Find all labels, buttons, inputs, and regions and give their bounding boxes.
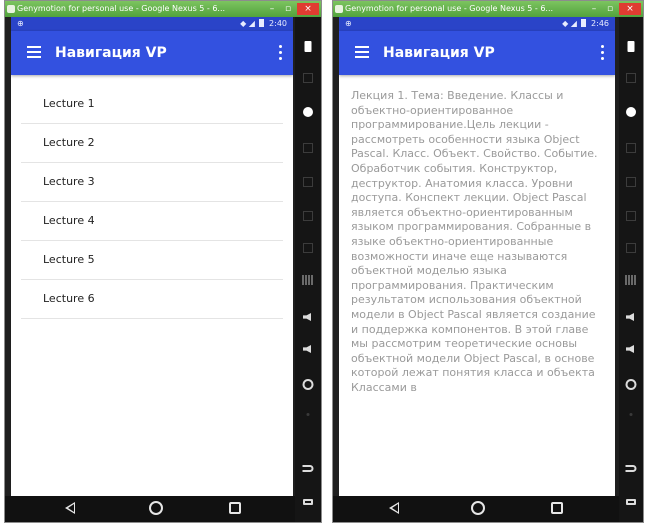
back-button-icon[interactable] bbox=[302, 465, 314, 472]
cast-icon[interactable] bbox=[303, 243, 313, 253]
battery-icon bbox=[259, 19, 265, 27]
back-button-icon[interactable] bbox=[625, 465, 637, 472]
status-right: ◆ ◢ 2:40 bbox=[240, 17, 287, 31]
notification-icon: ⊕ bbox=[17, 19, 24, 28]
status-right: ◆ ◢ 2:46 bbox=[562, 17, 609, 31]
minimize-button[interactable]: – bbox=[587, 3, 601, 15]
maximize-button[interactable]: ▫ bbox=[281, 3, 295, 15]
emulator-toolbar bbox=[295, 17, 321, 522]
identifiers-icon[interactable] bbox=[626, 211, 636, 221]
status-bar: ⊕ ◆ ◢ 2:46 bbox=[339, 17, 615, 31]
gps-widget-icon[interactable] bbox=[303, 107, 313, 117]
battery-widget-icon[interactable] bbox=[627, 41, 635, 52]
lecture-content: Лекция 1. Тема: Введение. Классы и объек… bbox=[351, 89, 598, 394]
app-bar: Навигация VP bbox=[11, 31, 293, 75]
app-title: Навигация VP bbox=[383, 45, 495, 61]
close-button[interactable]: × bbox=[619, 3, 641, 15]
back-icon[interactable] bbox=[65, 502, 75, 514]
wifi-icon: ◆ bbox=[562, 19, 569, 28]
recent-button-icon[interactable] bbox=[303, 499, 313, 505]
list-item[interactable]: Lecture 1 bbox=[21, 85, 283, 124]
wifi-widget-icon[interactable] bbox=[303, 73, 313, 83]
list-item[interactable]: Lecture 6 bbox=[21, 280, 283, 319]
device-screen: ⊕ ◆ ◢ 2:46 Навигация VP Лекция 1. Тема: … bbox=[339, 17, 615, 496]
close-button[interactable]: × bbox=[297, 3, 319, 15]
camera-widget-icon[interactable] bbox=[303, 143, 313, 153]
android-nav-bar bbox=[333, 496, 619, 522]
emulator-window-right: Genymotion for personal use - Google Nex… bbox=[332, 0, 644, 523]
more-options-icon[interactable] bbox=[279, 45, 283, 61]
maximize-button[interactable]: ▫ bbox=[603, 3, 617, 15]
sms-widget-icon[interactable] bbox=[302, 275, 314, 285]
list-item[interactable]: Lecture 4 bbox=[21, 202, 283, 241]
back-icon[interactable] bbox=[389, 502, 399, 514]
cast-icon[interactable] bbox=[626, 243, 636, 253]
device-screen: ⊕ ◆ ◢ 2:40 Навигация VP Lecture 1 Lectur… bbox=[11, 17, 293, 496]
window-titlebar[interactable]: Genymotion for personal use - Google Nex… bbox=[333, 1, 643, 17]
app-title: Навигация VP bbox=[55, 45, 167, 61]
home-icon[interactable] bbox=[471, 501, 485, 515]
emulator-toolbar bbox=[619, 17, 643, 522]
list-item[interactable]: Lecture 3 bbox=[21, 163, 283, 202]
minimize-button[interactable]: – bbox=[265, 3, 279, 15]
battery-widget-icon[interactable] bbox=[304, 41, 312, 52]
hamburger-menu-icon[interactable] bbox=[355, 46, 369, 58]
window-title: Genymotion for personal use - Google Nex… bbox=[17, 4, 226, 13]
clock: 2:46 bbox=[591, 19, 609, 28]
window-titlebar[interactable]: Genymotion for personal use - Google Nex… bbox=[5, 1, 321, 17]
volume-up-icon[interactable] bbox=[303, 313, 311, 321]
volume-down-icon[interactable] bbox=[303, 345, 311, 353]
status-bar: ⊕ ◆ ◢ 2:40 bbox=[11, 17, 293, 31]
app-bar: Навигация VP bbox=[339, 31, 615, 75]
genymotion-logo-icon bbox=[335, 5, 343, 13]
emulator-window-left: Genymotion for personal use - Google Nex… bbox=[4, 0, 322, 523]
wifi-widget-icon[interactable] bbox=[626, 73, 636, 83]
separator-icon bbox=[629, 413, 633, 416]
battery-icon bbox=[581, 19, 587, 27]
signal-icon: ◢ bbox=[570, 19, 577, 28]
remote-control-icon[interactable] bbox=[303, 177, 313, 187]
genymotion-logo-icon bbox=[7, 5, 15, 13]
sms-widget-icon[interactable] bbox=[625, 275, 637, 285]
volume-up-icon[interactable] bbox=[626, 313, 634, 321]
list-item[interactable]: Lecture 5 bbox=[21, 241, 283, 280]
separator-icon bbox=[306, 413, 310, 416]
more-options-icon[interactable] bbox=[601, 45, 605, 61]
wifi-icon: ◆ bbox=[240, 19, 247, 28]
rotate-icon[interactable] bbox=[302, 379, 314, 390]
home-icon[interactable] bbox=[149, 501, 163, 515]
gps-widget-icon[interactable] bbox=[626, 107, 636, 117]
volume-down-icon[interactable] bbox=[626, 345, 634, 353]
recent-apps-icon[interactable] bbox=[551, 502, 563, 514]
rotate-icon[interactable] bbox=[625, 379, 637, 390]
window-title: Genymotion for personal use - Google Nex… bbox=[345, 4, 554, 13]
signal-icon: ◢ bbox=[248, 19, 255, 28]
remote-control-icon[interactable] bbox=[626, 177, 636, 187]
hamburger-menu-icon[interactable] bbox=[27, 46, 41, 58]
recent-apps-icon[interactable] bbox=[229, 502, 241, 514]
identifiers-icon[interactable] bbox=[303, 211, 313, 221]
recent-button-icon[interactable] bbox=[626, 499, 636, 505]
lecture-list: Lecture 1 Lecture 2 Lecture 3 Lecture 4 … bbox=[11, 85, 293, 319]
android-nav-bar bbox=[5, 496, 295, 522]
list-item[interactable]: Lecture 2 bbox=[21, 124, 283, 163]
notification-icon: ⊕ bbox=[345, 19, 352, 28]
camera-widget-icon[interactable] bbox=[626, 143, 636, 153]
clock: 2:40 bbox=[269, 19, 287, 28]
